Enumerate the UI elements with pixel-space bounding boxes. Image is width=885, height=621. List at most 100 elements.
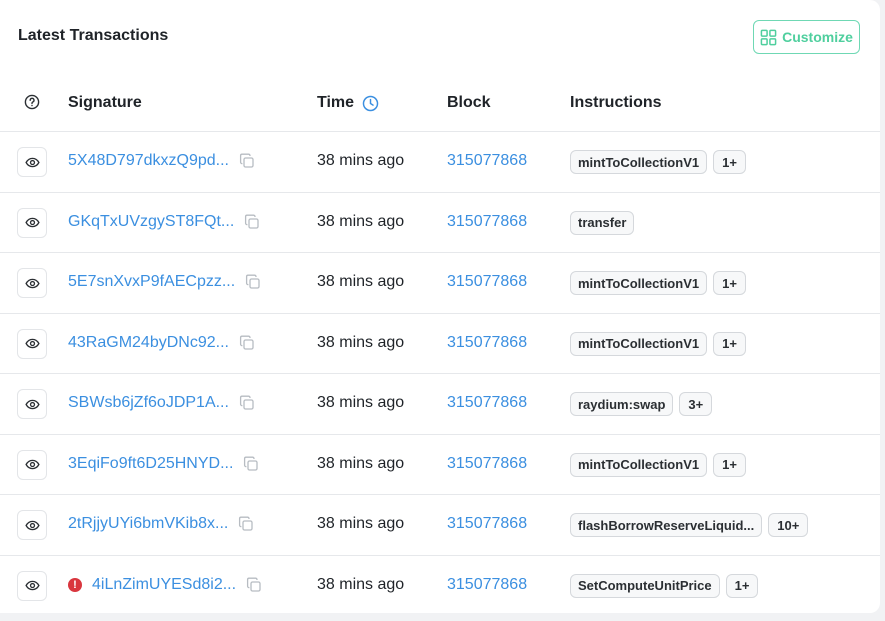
instruction-badge[interactable]: transfer	[570, 210, 635, 235]
signature-cell: 2tRjjyUYi6bmVKib8x...	[68, 515, 254, 533]
instruction-badge[interactable]: mintToCollectionV1	[570, 452, 708, 477]
instructions-cell: flashBorrowReserveLiquid... 10+	[570, 513, 809, 537]
signature-cell: ! 4iLnZimUYESd8i2...	[68, 576, 262, 594]
instruction-badge[interactable]: mintToCollectionV1	[570, 150, 708, 174]
instructions-cell: mintToCollectionV1 1+	[570, 452, 746, 477]
signature-link[interactable]: 5E7snXvxP9fAECpzz...	[68, 273, 235, 291]
signature-cell: 5E7snXvxP9fAECpzz...	[68, 273, 261, 291]
block-link[interactable]: 315077868	[447, 576, 527, 594]
time-cell: 38 mins ago	[317, 515, 405, 532]
instructions-cell: mintToCollectionV1 1+	[570, 150, 746, 174]
block-header-label: Block	[447, 94, 491, 111]
copy-icon[interactable]	[243, 456, 259, 472]
view-details-button[interactable]	[17, 389, 47, 419]
instruction-more-badge[interactable]: 1+	[713, 331, 746, 356]
signature-cell: 5X48D797dkxzQ9pd...	[68, 152, 255, 170]
column-header-instructions: Instructions	[570, 94, 662, 112]
instructions-cell: raydium:swap 3+	[570, 392, 713, 416]
eye-icon	[24, 518, 40, 533]
signature-link[interactable]: 2tRjjyUYi6bmVKib8x...	[68, 515, 228, 533]
instruction-badge[interactable]: mintToCollectionV1	[570, 331, 708, 356]
time-cell: 38 mins ago	[317, 333, 405, 351]
grid-icon	[760, 29, 777, 45]
time-cell: 38 mins ago	[317, 575, 405, 593]
error-icon: !	[68, 577, 82, 592]
latest-transactions-card: Latest Transactions Customize Signature …	[0, 0, 880, 613]
signature-link[interactable]: 3EqiFo9ft6D25HNYD...	[68, 455, 233, 473]
eye-icon	[24, 276, 40, 291]
instructions-cell: SetComputeUnitPrice 1+	[570, 573, 759, 598]
copy-icon[interactable]	[239, 395, 255, 411]
eye-icon	[24, 215, 40, 230]
customize-button[interactable]: Customize	[753, 20, 860, 54]
table-row: 2tRjjyUYi6bmVKib8x... 38 mins ago 315077…	[0, 495, 880, 556]
instructions-cell: transfer	[570, 210, 635, 235]
view-details-button[interactable]	[17, 147, 47, 177]
eye-icon	[24, 397, 40, 412]
signature-link[interactable]: 43RaGM24byDNc92...	[68, 334, 229, 352]
help-icon[interactable]	[24, 94, 40, 110]
column-header-time: Time	[317, 94, 379, 112]
time-cell: 38 mins ago	[317, 454, 405, 472]
view-details-button[interactable]	[17, 328, 47, 359]
table-row: GKqTxUVzgyST8FQt... 38 mins ago 31507786…	[0, 193, 880, 253]
block-link[interactable]: 315077868	[447, 213, 527, 231]
block-link[interactable]: 315077868	[447, 273, 527, 291]
instruction-more-badge[interactable]: 1+	[725, 573, 759, 598]
block-link[interactable]: 315077868	[447, 152, 527, 170]
time-cell: 38 mins ago	[317, 152, 405, 169]
signature-cell: 3EqiFo9ft6D25HNYD...	[68, 455, 259, 473]
clock-icon[interactable]	[362, 95, 379, 112]
time-cell: 38 mins ago	[317, 273, 405, 290]
signature-link[interactable]: SBWsb6jZf6oJDP1A...	[68, 394, 229, 412]
block-link[interactable]: 315077868	[447, 515, 527, 533]
instruction-more-badge[interactable]: 1+	[713, 452, 746, 477]
copy-icon[interactable]	[246, 577, 262, 593]
block-link[interactable]: 315077868	[447, 394, 527, 412]
signature-header-label: Signature	[68, 94, 142, 111]
card-header: Latest Transactions Customize	[18, 0, 860, 72]
copy-icon[interactable]	[238, 516, 254, 532]
instruction-badge[interactable]: SetComputeUnitPrice	[570, 573, 720, 598]
view-details-button[interactable]	[17, 510, 47, 540]
transactions-table-body: 5X48D797dkxzQ9pd... 38 mins ago 31507786…	[0, 132, 880, 613]
eye-icon	[24, 336, 40, 351]
instruction-badge[interactable]: flashBorrowReserveLiquid...	[570, 513, 763, 537]
instructions-cell: mintToCollectionV1 1+	[570, 331, 746, 356]
table-row: 43RaGM24byDNc92... 38 mins ago 315077868…	[0, 314, 880, 374]
signature-link[interactable]: 5X48D797dkxzQ9pd...	[68, 152, 229, 170]
instruction-more-badge[interactable]: 1+	[713, 271, 746, 295]
signature-cell: 43RaGM24byDNc92...	[68, 334, 255, 352]
instruction-badge[interactable]: raydium:swap	[570, 392, 674, 416]
time-cell: 38 mins ago	[317, 394, 405, 411]
table-row: 3EqiFo9ft6D25HNYD... 38 mins ago 3150778…	[0, 435, 880, 495]
signature-cell: GKqTxUVzgyST8FQt...	[68, 213, 260, 231]
signature-link[interactable]: 4iLnZimUYESd8i2...	[92, 576, 236, 594]
copy-icon[interactable]	[239, 153, 255, 169]
signature-link[interactable]: GKqTxUVzgyST8FQt...	[68, 213, 234, 231]
copy-icon[interactable]	[245, 274, 261, 290]
copy-icon[interactable]	[239, 335, 255, 351]
instruction-more-badge[interactable]: 1+	[713, 150, 746, 174]
view-details-button[interactable]	[17, 570, 47, 601]
customize-label: Customize	[782, 29, 853, 45]
column-header-block: Block	[447, 94, 491, 112]
view-details-button[interactable]	[17, 268, 47, 298]
table-row: 5X48D797dkxzQ9pd... 38 mins ago 31507786…	[0, 132, 880, 193]
view-details-button[interactable]	[17, 449, 47, 480]
time-cell: 38 mins ago	[317, 212, 405, 230]
instruction-more-badge[interactable]: 10+	[768, 513, 809, 537]
instructions-cell: mintToCollectionV1 1+	[570, 271, 746, 295]
block-link[interactable]: 315077868	[447, 334, 527, 352]
instruction-more-badge[interactable]: 3+	[679, 392, 713, 416]
table-row: ! 4iLnZimUYESd8i2... 38 mins ago 3150778…	[0, 556, 880, 614]
eye-icon	[24, 578, 40, 593]
table-row: 5E7snXvxP9fAECpzz... 38 mins ago 3150778…	[0, 253, 880, 314]
copy-icon[interactable]	[244, 214, 260, 230]
view-details-button[interactable]	[17, 207, 47, 238]
time-header-label: Time	[317, 94, 355, 111]
eye-icon	[24, 155, 40, 170]
block-link[interactable]: 315077868	[447, 455, 527, 473]
card-title: Latest Transactions	[18, 27, 169, 44]
instruction-badge[interactable]: mintToCollectionV1	[570, 271, 708, 295]
